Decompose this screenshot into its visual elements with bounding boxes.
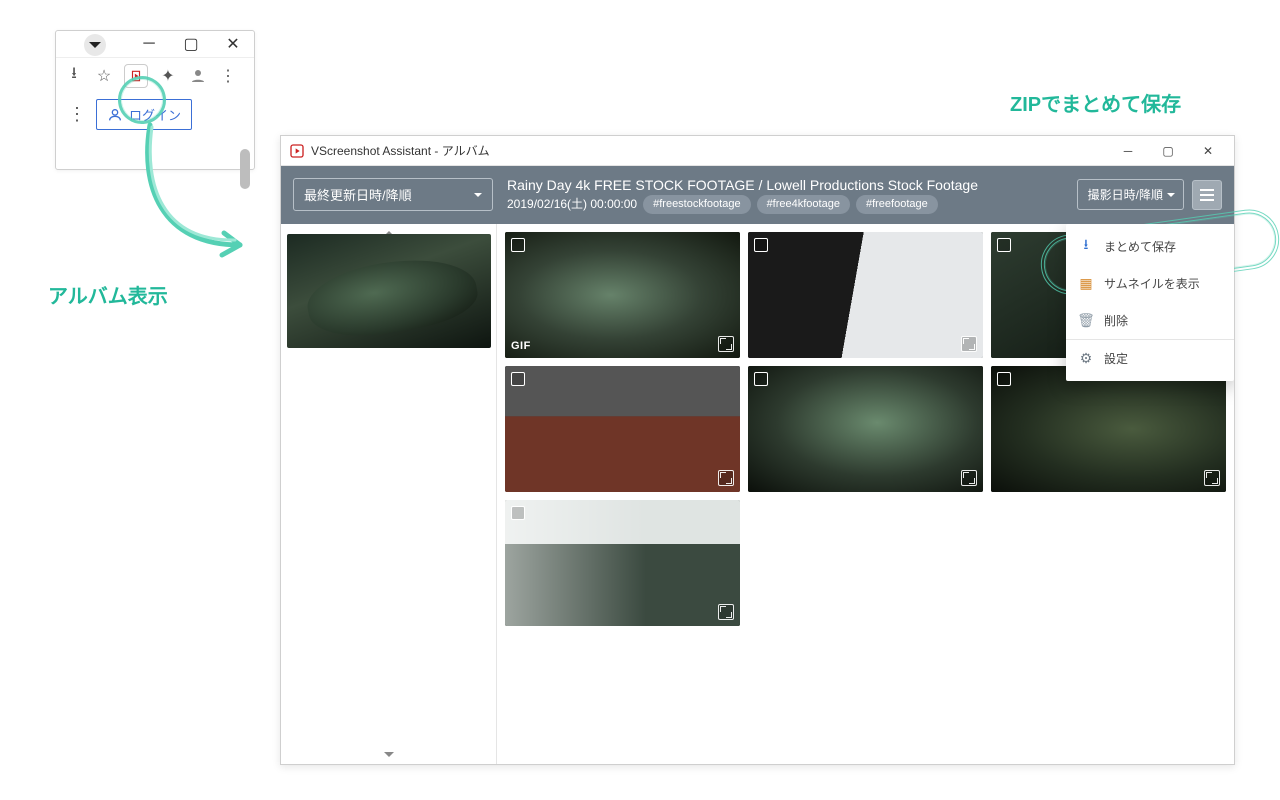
star-icon[interactable]: ☆ <box>94 66 114 86</box>
shot-sort-select[interactable]: 撮影日時/降順 <box>1077 179 1184 210</box>
window-maximize-icon[interactable]: ▢ <box>1148 137 1188 165</box>
trash-icon: 🗑 <box>1078 312 1094 328</box>
album-strip <box>281 224 497 764</box>
image-icon: ▦ <box>1078 275 1094 291</box>
app-icon <box>289 143 305 159</box>
screenshot-tile[interactable] <box>748 366 983 492</box>
app-title: VScreenshot Assistant - アルバム <box>311 142 490 159</box>
header: 最終更新日時/降順 Rainy Day 4k FREE STOCK FOOTAG… <box>281 166 1234 224</box>
profile-icon[interactable] <box>188 66 208 86</box>
tag[interactable]: #freestockfootage <box>643 195 750 214</box>
gear-icon: ⚙ <box>1078 350 1094 366</box>
select-checkbox[interactable] <box>997 238 1011 252</box>
app-body: GIF <box>281 224 1234 764</box>
expand-icon[interactable] <box>718 604 734 620</box>
kebab-icon[interactable]: ⋮ <box>64 104 88 125</box>
album-sort-select[interactable]: 最終更新日時/降順 <box>293 178 493 211</box>
tag[interactable]: #freefootage <box>856 195 938 214</box>
download-icon[interactable]: ⭳ <box>64 66 84 86</box>
screenshot-tile[interactable]: GIF <box>505 232 740 358</box>
window-minimize-icon[interactable]: ─ <box>1108 137 1148 165</box>
close-icon[interactable]: ✕ <box>216 31 250 57</box>
video-title: Rainy Day 4k FREE STOCK FOOTAGE / Lowell… <box>507 176 1063 195</box>
select-checkbox[interactable] <box>754 238 768 252</box>
scroll-down-icon[interactable] <box>384 752 394 762</box>
album-thumbnail[interactable] <box>287 234 491 348</box>
gif-badge: GIF <box>511 340 531 352</box>
select-checkbox[interactable] <box>511 238 525 252</box>
download-icon: ⭳ <box>1078 238 1094 254</box>
select-checkbox[interactable] <box>511 506 525 520</box>
expand-icon[interactable] <box>1204 470 1220 486</box>
menu-delete-label: 削除 <box>1104 312 1128 329</box>
titlebar: VScreenshot Assistant - アルバム ─ ▢ ✕ <box>281 136 1234 166</box>
extensions-puzzle-icon[interactable]: ✦ <box>158 66 178 86</box>
shot-sort-label: 撮影日時/降順 <box>1088 186 1163 203</box>
window-close-icon[interactable]: ✕ <box>1188 137 1228 165</box>
video-date: 2019/02/16(土) 00:00:00 <box>507 196 637 212</box>
kebab-icon[interactable]: ⋮ <box>218 66 238 86</box>
menu-settings[interactable]: ⚙ 設定 <box>1066 339 1234 377</box>
menu-save-all-label: まとめて保存 <box>1104 238 1176 255</box>
menu-delete[interactable]: 🗑 削除 <box>1066 302 1234 339</box>
tab-collapse-icon[interactable] <box>84 34 106 56</box>
select-checkbox[interactable] <box>997 372 1011 386</box>
menu-settings-label: 設定 <box>1104 350 1128 367</box>
maximize-icon[interactable]: ▢ <box>174 31 208 57</box>
expand-icon[interactable] <box>718 336 734 352</box>
menu-show-thumbs[interactable]: ▦ サムネイルを表示 <box>1066 265 1234 302</box>
screenshot-tile[interactable] <box>748 232 983 358</box>
menu-show-thumbs-label: サムネイルを表示 <box>1104 275 1200 292</box>
app-window: VScreenshot Assistant - アルバム ─ ▢ ✕ 最終更新日… <box>280 135 1235 765</box>
screenshot-tile[interactable] <box>505 366 740 492</box>
annotation-zip-save: ZIPでまとめて保存 <box>1010 88 1181 117</box>
select-checkbox[interactable] <box>511 372 525 386</box>
expand-icon[interactable] <box>718 470 734 486</box>
screenshot-tile[interactable] <box>505 500 740 626</box>
menu-save-all[interactable]: ⭳ まとめて保存 <box>1066 228 1234 265</box>
annotation-arrow-icon <box>130 115 260 275</box>
dropdown-menu: ⭳ まとめて保存 ▦ サムネイルを表示 🗑 削除 ⚙ 設定 <box>1066 224 1234 381</box>
annotation-album-view: アルバム表示 <box>48 280 168 309</box>
minimize-icon[interactable]: ─ <box>132 31 166 57</box>
select-checkbox[interactable] <box>754 372 768 386</box>
expand-icon[interactable] <box>961 470 977 486</box>
tag[interactable]: #free4kfootage <box>757 195 850 214</box>
album-sort-label: 最終更新日時/降順 <box>304 185 412 204</box>
menu-button[interactable] <box>1192 180 1222 210</box>
expand-icon[interactable] <box>961 336 977 352</box>
screenshot-tile[interactable] <box>991 366 1226 492</box>
video-meta: Rainy Day 4k FREE STOCK FOOTAGE / Lowell… <box>507 176 1063 214</box>
